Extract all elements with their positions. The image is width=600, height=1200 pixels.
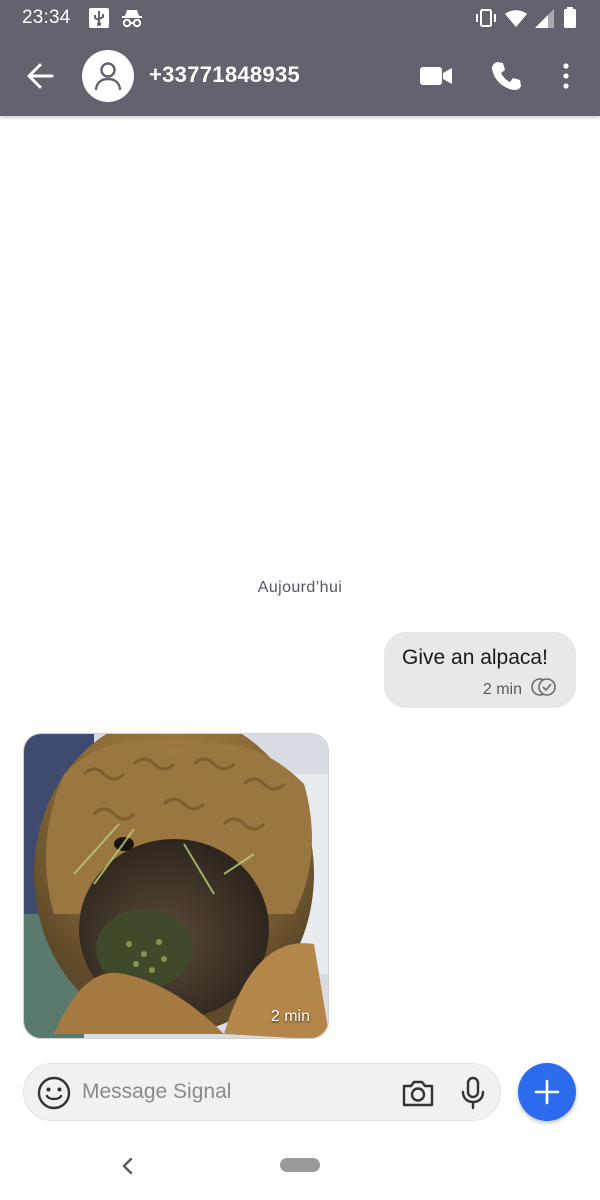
date-divider: Aujourd’hui <box>257 579 343 596</box>
emoji-icon[interactable] <box>36 1075 72 1116</box>
conversation-header: +33771848935 <box>0 36 600 116</box>
message-composer[interactable]: Message Signal <box>23 1063 501 1121</box>
incognito-icon <box>120 6 144 35</box>
phone-icon[interactable] <box>488 58 528 94</box>
mic-icon[interactable] <box>458 1075 488 1116</box>
outgoing-message-bubble[interactable]: Give an alpaca! 2 min <box>384 632 576 708</box>
video-call-icon[interactable] <box>418 58 458 94</box>
usb-icon <box>88 6 110 35</box>
cell-signal-icon <box>532 6 556 35</box>
message-text: Give an alpaca! <box>402 646 548 669</box>
attach-button[interactable] <box>518 1063 576 1121</box>
message-meta: 2 min <box>483 677 558 702</box>
home-pill[interactable] <box>280 1158 320 1172</box>
nav-back-icon[interactable] <box>118 1154 138 1183</box>
incoming-image-message[interactable]: 2 min <box>23 733 329 1039</box>
contact-name[interactable]: +33771848935 <box>149 62 300 88</box>
alpaca-photo <box>24 734 328 1038</box>
image-message-time: 2 min <box>270 1008 310 1025</box>
wifi-icon <box>504 6 528 35</box>
plus-icon <box>534 1079 560 1105</box>
message-time: 2 min <box>482 680 522 698</box>
delivered-check-icon <box>530 677 558 702</box>
system-nav-bar <box>0 1140 600 1200</box>
battery-icon <box>562 6 578 35</box>
camera-icon[interactable] <box>400 1075 436 1116</box>
person-icon <box>94 62 122 91</box>
arrow-left-icon[interactable] <box>22 58 58 94</box>
avatar[interactable] <box>82 50 134 102</box>
status-bar: 23:34 <box>0 0 600 36</box>
status-time: 23:34 <box>22 7 71 28</box>
message-input[interactable]: Message Signal <box>82 1080 231 1104</box>
vibrate-icon <box>474 6 498 35</box>
more-vert-icon[interactable] <box>554 58 578 94</box>
